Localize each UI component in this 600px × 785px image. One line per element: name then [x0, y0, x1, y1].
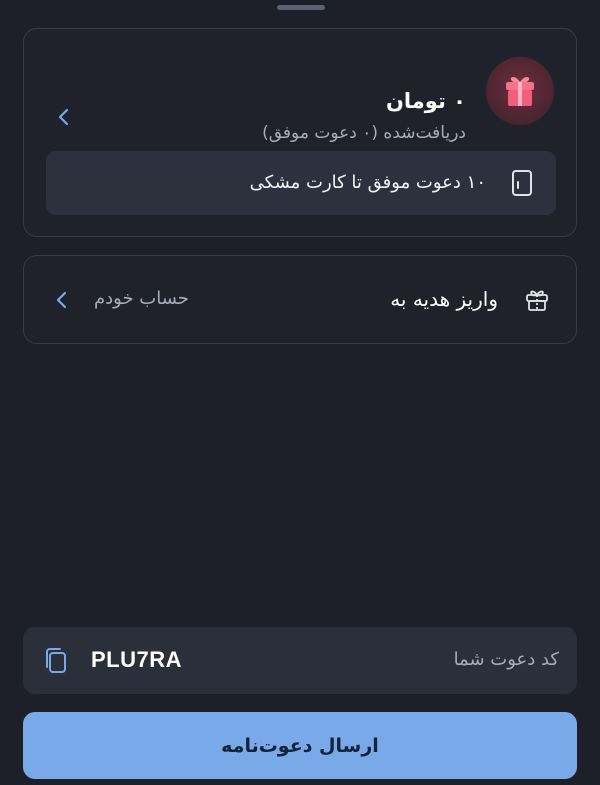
- reward-amount: ۰ تومان: [385, 89, 466, 113]
- send-invitation-button[interactable]: ارسال دعوت‌نامه: [23, 712, 577, 779]
- reward-card[interactable]: ۰ تومان دریافت‌شده (۰ دعوت موفق) ۱۰ دعوت…: [23, 28, 577, 237]
- reward-subtitle: دریافت‌شده (۰ دعوت موفق): [262, 123, 466, 143]
- deposit-destination: حساب خودم: [94, 288, 189, 309]
- send-invitation-label: ارسال دعوت‌نامه: [221, 734, 379, 757]
- chevron-left-icon[interactable]: [54, 107, 74, 127]
- invite-code-value[interactable]: PLU7RA: [91, 646, 182, 674]
- deposit-label: واریز هدیه به: [390, 287, 498, 311]
- invite-code-label: کد دعوت شما: [453, 649, 559, 670]
- progress-text: ۱۰ دعوت موفق تا کارت مشکی: [249, 172, 486, 193]
- black-card-progress: ۱۰ دعوت موفق تا کارت مشکی: [46, 151, 556, 215]
- card-icon: [512, 170, 532, 196]
- gift-icon: [526, 290, 548, 311]
- invite-code-box: کد دعوت شما PLU7RA: [23, 627, 577, 694]
- gift-icon: [506, 76, 534, 106]
- gift-deposit-row[interactable]: واریز هدیه به حساب خودم: [23, 255, 577, 344]
- copy-icon[interactable]: [43, 647, 69, 675]
- invite-sheet: ۰ تومان دریافت‌شده (۰ دعوت موفق) ۱۰ دعوت…: [0, 0, 600, 785]
- drag-handle[interactable]: [277, 5, 325, 10]
- chevron-left-icon[interactable]: [52, 290, 72, 310]
- gift-avatar: [486, 57, 554, 125]
